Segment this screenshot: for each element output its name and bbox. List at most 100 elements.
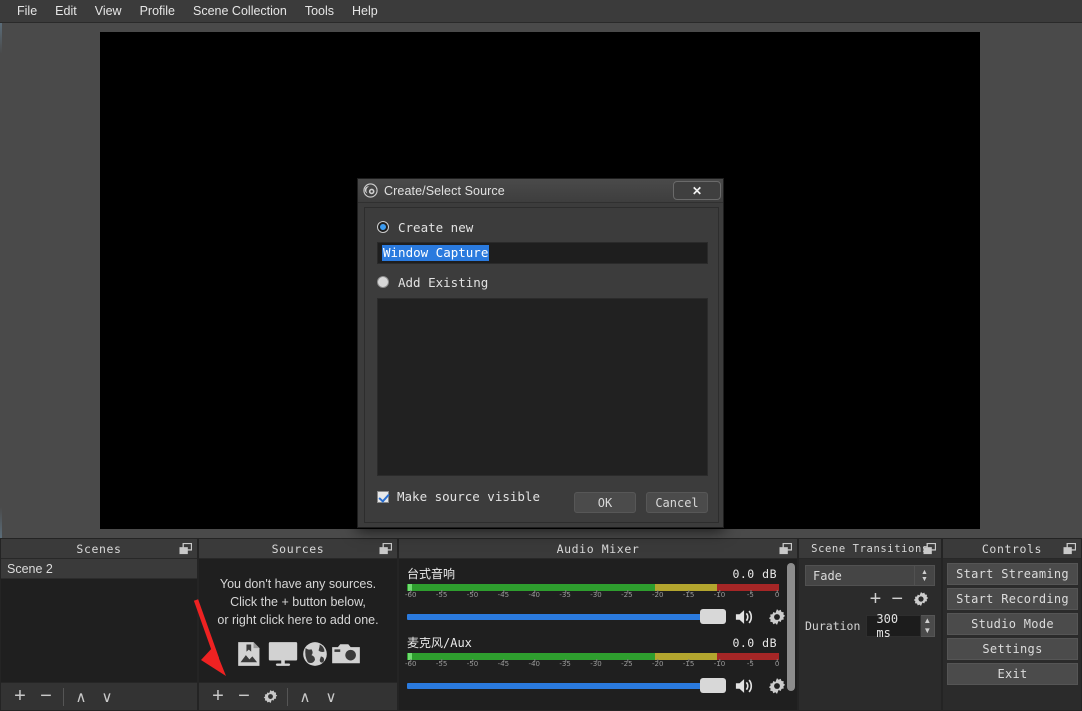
existing-sources-list[interactable] bbox=[377, 298, 708, 476]
menu-profile[interactable]: Profile bbox=[131, 1, 184, 21]
chevron-down-icon: ▼ bbox=[921, 575, 928, 583]
meter-red-zone bbox=[717, 584, 779, 591]
gear-icon[interactable] bbox=[768, 677, 786, 695]
add-existing-option[interactable]: Add Existing bbox=[377, 273, 706, 291]
mixer-body: 台式音响 0.0 dB -60 -55 -50 -45 -40 -35 -30 … bbox=[399, 559, 797, 710]
meter-red-zone bbox=[717, 653, 779, 660]
menu-view[interactable]: View bbox=[86, 1, 131, 21]
duration-stepper[interactable]: ▲ ▼ bbox=[920, 615, 935, 637]
db-tick: -10 bbox=[713, 590, 726, 599]
sources-type-icons bbox=[199, 641, 397, 667]
float-dock-icon[interactable] bbox=[1063, 543, 1076, 555]
duration-input[interactable]: 300 ms bbox=[866, 612, 921, 640]
mixer-track-db: 0.0 dB bbox=[732, 567, 777, 581]
db-tick: 0 bbox=[774, 659, 780, 668]
menu-file[interactable]: File bbox=[8, 1, 46, 21]
meter-db-scale: -60 -55 -50 -45 -40 -35 -30 -25 -20 -15 … bbox=[405, 590, 780, 602]
menu-tools[interactable]: Tools bbox=[296, 1, 343, 21]
volume-slider-handle[interactable] bbox=[700, 609, 726, 624]
settings-button[interactable]: Settings bbox=[947, 638, 1078, 660]
remove-scene-button[interactable]: − bbox=[33, 685, 59, 709]
db-tick: -40 bbox=[528, 590, 540, 599]
mixer-track-db: 0.0 dB bbox=[732, 636, 777, 650]
float-dock-icon[interactable] bbox=[379, 543, 392, 555]
mute-speaker-icon[interactable] bbox=[734, 607, 756, 627]
scenes-header: Scenes bbox=[1, 539, 197, 559]
ok-button[interactable]: OK bbox=[574, 492, 636, 513]
menu-edit[interactable]: Edit bbox=[46, 1, 86, 21]
source-properties-button[interactable] bbox=[257, 685, 283, 709]
transitions-header: Scene Transitions bbox=[799, 539, 941, 559]
sources-dock: Sources You don't have any sources. Clic… bbox=[198, 538, 398, 711]
radio-create-new-icon[interactable] bbox=[377, 221, 389, 233]
mute-speaker-icon[interactable] bbox=[734, 676, 756, 696]
start-recording-button[interactable]: Start Recording bbox=[947, 588, 1078, 610]
scenes-toolbar: + − ∧ ∨ bbox=[1, 682, 197, 710]
studio-mode-button[interactable]: Studio Mode bbox=[947, 613, 1078, 635]
add-transition-button[interactable]: + bbox=[870, 589, 882, 609]
menu-help[interactable]: Help bbox=[343, 1, 387, 21]
exit-button[interactable]: Exit bbox=[947, 663, 1078, 685]
obs-logo-icon bbox=[363, 183, 378, 198]
db-tick: -10 bbox=[713, 659, 726, 668]
volume-meter bbox=[407, 653, 779, 660]
source-name-input[interactable]: Window Capture bbox=[377, 242, 708, 264]
start-streaming-button[interactable]: Start Streaming bbox=[947, 563, 1078, 585]
add-scene-button[interactable]: + bbox=[7, 685, 33, 709]
sources-list[interactable]: You don't have any sources. Click the + … bbox=[199, 559, 397, 682]
gear-icon[interactable] bbox=[913, 591, 929, 607]
volume-slider-handle[interactable] bbox=[700, 678, 726, 693]
db-tick: -20 bbox=[652, 590, 664, 599]
scenes-title: Scenes bbox=[76, 541, 122, 556]
float-dock-icon[interactable] bbox=[923, 543, 936, 555]
move-scene-up-button[interactable]: ∧ bbox=[68, 685, 94, 709]
scene-list-item[interactable]: Scene 2 bbox=[1, 559, 197, 579]
meter-green-zone bbox=[407, 653, 656, 660]
remove-source-button[interactable]: − bbox=[231, 685, 257, 709]
meter-yellow-zone bbox=[655, 653, 718, 660]
gear-icon[interactable] bbox=[768, 608, 786, 626]
menu-bar: File Edit View Profile Scene Collection … bbox=[0, 0, 1082, 23]
checkbox-make-visible-icon[interactable] bbox=[377, 490, 389, 503]
sources-empty-line-2: Click the + button below, bbox=[230, 595, 366, 609]
add-source-button[interactable]: + bbox=[205, 685, 231, 709]
db-tick: -30 bbox=[590, 590, 602, 599]
cancel-button[interactable]: Cancel bbox=[646, 492, 708, 513]
dialog-titlebar[interactable]: Create/Select Source ✕ bbox=[358, 179, 723, 203]
mixer-track-name: 台式音响 bbox=[407, 567, 456, 581]
db-tick: -15 bbox=[682, 590, 695, 599]
move-source-up-button[interactable]: ∧ bbox=[292, 685, 318, 709]
scenes-list[interactable]: Scene 2 bbox=[1, 559, 197, 682]
menu-scene-collection[interactable]: Scene Collection bbox=[184, 1, 296, 21]
db-tick: -35 bbox=[559, 659, 571, 668]
dialog-button-row: OK Cancel bbox=[574, 492, 708, 513]
image-source-icon bbox=[238, 642, 260, 666]
remove-transition-button[interactable]: − bbox=[891, 589, 903, 609]
db-tick: -60 bbox=[405, 590, 417, 599]
close-icon[interactable]: ✕ bbox=[673, 181, 721, 200]
mixer-title: Audio Mixer bbox=[556, 541, 640, 556]
float-dock-icon[interactable] bbox=[179, 543, 192, 555]
duration-label: Duration bbox=[805, 619, 861, 633]
db-tick: -25 bbox=[621, 590, 633, 599]
radio-add-existing-icon[interactable] bbox=[377, 276, 389, 288]
move-scene-down-button[interactable]: ∨ bbox=[94, 685, 120, 709]
db-tick: -60 bbox=[405, 659, 417, 668]
move-source-down-button[interactable]: ∨ bbox=[318, 685, 344, 709]
db-tick: -25 bbox=[621, 659, 633, 668]
db-tick: -5 bbox=[746, 659, 754, 668]
transition-select[interactable]: Fade bbox=[805, 565, 915, 586]
float-dock-icon[interactable] bbox=[779, 543, 792, 555]
volume-slider[interactable] bbox=[407, 609, 726, 624]
transition-select-arrows[interactable]: ▲ ▼ bbox=[915, 565, 935, 586]
create-new-option[interactable]: Create new bbox=[377, 218, 706, 236]
db-tick: -50 bbox=[466, 659, 479, 668]
dialog-body: Create new Window Capture Add Existing M… bbox=[364, 207, 719, 523]
db-tick: 0 bbox=[774, 590, 780, 599]
volume-slider[interactable] bbox=[407, 678, 726, 693]
gear-icon bbox=[263, 689, 277, 704]
meter-yellow-zone bbox=[655, 584, 718, 591]
db-tick: -5 bbox=[746, 590, 754, 599]
mixer-scrollbar[interactable] bbox=[787, 563, 795, 691]
mixer-header: Audio Mixer bbox=[399, 539, 797, 559]
